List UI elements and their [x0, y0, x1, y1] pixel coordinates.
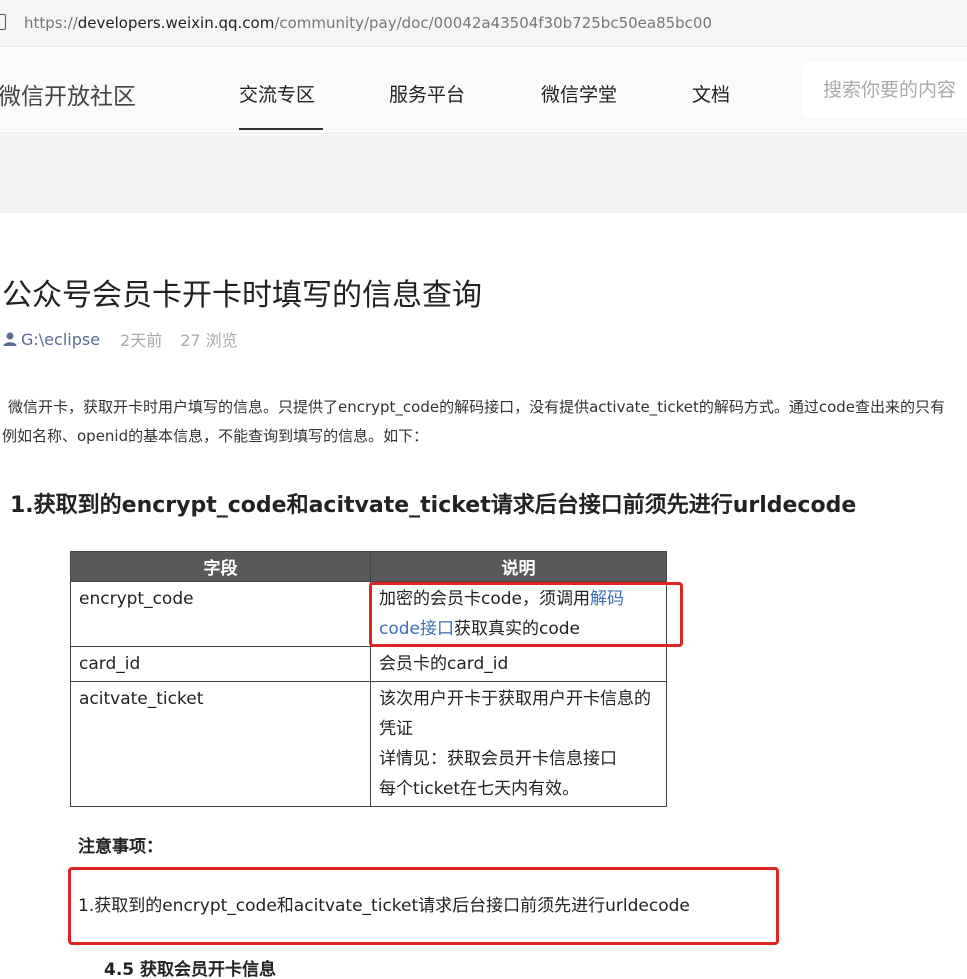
desc-cell: 会员卡的card_id — [370, 646, 667, 682]
article-heading: 1.获取到的encrypt_code和acitvate_ticket请求后台接口… — [10, 493, 857, 518]
author-link[interactable]: G:\eclipse — [21, 330, 100, 349]
article-meta: G:\eclipse 2天前 27 浏览 — [2, 327, 238, 351]
field-cell: encrypt_code — [70, 581, 371, 647]
note-text: 1.获取到的encrypt_code和acitvate_ticket请求后台接口… — [78, 896, 690, 916]
address-bar[interactable]: https://developers.weixin.qq.com/communi… — [0, 0, 967, 47]
article-title: 公众号会员卡开卡时填写的信息查询 — [2, 278, 482, 313]
user-icon — [3, 332, 17, 346]
header-desc: 说明 — [370, 551, 667, 582]
url-host: developers.weixin.qq.com — [77, 14, 275, 32]
nav-item-services[interactable]: 服务平台 — [389, 80, 465, 107]
search-input[interactable] — [803, 62, 967, 118]
nav-item-docs[interactable]: 文档 — [692, 80, 730, 107]
field-cell: card_id — [70, 646, 371, 682]
header-band — [0, 135, 967, 213]
url-text[interactable]: https://developers.weixin.qq.com/communi… — [24, 14, 712, 32]
top-nav: 微信开放社区 交流专区 服务平台 微信学堂 文档 — [0, 48, 967, 134]
desc-line: 该次用户开卡于获取用户开卡信息的凭证 — [379, 689, 651, 739]
header-field: 字段 — [70, 551, 371, 582]
note-title: 注意事项： — [78, 837, 163, 857]
desc-line: 每个ticket在七天内有效。 — [379, 779, 580, 799]
post-time: 2天前 — [120, 331, 163, 350]
article-paragraph: 微信开卡，获取开卡时用户填写的信息。只提供了encrypt_code的解码接口，… — [2, 393, 957, 451]
field-cell: acitvate_ticket — [70, 681, 371, 807]
desc-line: 详情见：获取会员开卡信息接口 — [379, 749, 617, 769]
site-brand[interactable]: 微信开放社区 — [0, 77, 136, 111]
desc-cell: 该次用户开卡于获取用户开卡信息的凭证 详情见：获取会员开卡信息接口 每个tick… — [370, 681, 667, 807]
url-path: /community/pay/doc/00042a43504f30b725bc5… — [274, 14, 713, 32]
highlight-box — [369, 582, 683, 647]
nav-item-community[interactable]: 交流专区 — [239, 80, 324, 130]
embedded-doc-image: 字段 说明 encrypt_code 加密的会员卡code，须调用解码code接… — [60, 545, 800, 979]
url-scheme: https:// — [24, 14, 78, 32]
nav-item-academy[interactable]: 微信学堂 — [541, 80, 617, 107]
table-row: acitvate_ticket 该次用户开卡于获取用户开卡信息的凭证 详情见：获… — [70, 681, 667, 807]
table-row: card_id 会员卡的card_id — [70, 646, 667, 682]
view-count: 27 浏览 — [180, 331, 238, 350]
lock-icon — [0, 14, 6, 30]
search-box — [803, 62, 967, 118]
section-title: 4.5 获取会员开卡信息 — [104, 960, 277, 979]
paragraph-text: 微信开卡，获取开卡时用户填写的信息。只提供了encrypt_code的解码接口，… — [2, 398, 946, 445]
